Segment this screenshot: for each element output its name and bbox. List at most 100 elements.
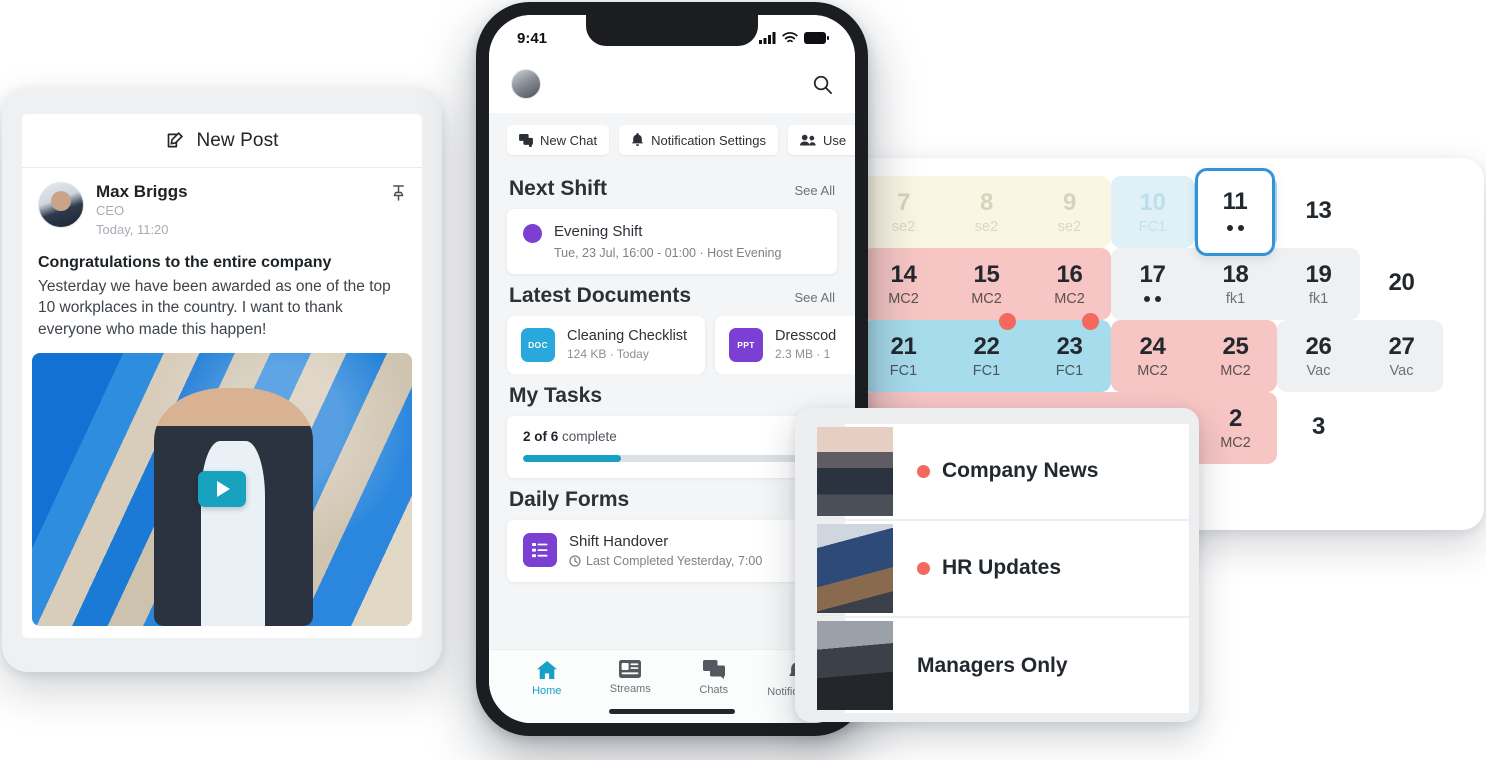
calendar-day-tag: se2 <box>1057 219 1082 235</box>
calendar-shift-group: 24 MC2 25 MC2 <box>1111 320 1277 392</box>
calendar-day-cell[interactable]: 13 <box>1277 176 1360 248</box>
calendar-day-tag: Vac <box>1306 363 1331 379</box>
calendar-day-cell[interactable]: 26 Vac <box>1277 320 1360 392</box>
form-name: Shift Handover <box>569 532 669 550</box>
calendar-day-number: 9 <box>1062 189 1077 216</box>
calendar-day-tag: FC1 <box>1055 363 1084 379</box>
calendar-day-tag: MC2 <box>1220 363 1251 379</box>
section-title: Next Shift <box>509 177 608 200</box>
calendar-day-cell[interactable]: 18 fk1 <box>1194 248 1277 320</box>
calendar-day-cell[interactable]: 21 FC1 <box>862 320 945 392</box>
document-meta: 124 KB · Today <box>567 347 649 361</box>
calendar-day-cell[interactable]: 23 FC1 <box>1028 313 1111 392</box>
calendar-day-number: 21 <box>890 333 917 360</box>
chats-icon <box>702 660 725 679</box>
streams-icon <box>619 660 642 678</box>
calendar-day-cell[interactable]: 17 <box>1111 248 1194 320</box>
pin-icon[interactable] <box>391 184 406 201</box>
tab-label: Home <box>532 685 562 697</box>
calendar-shift-group: 13 <box>1277 176 1360 248</box>
calendar-day-tag: MC2 <box>1137 363 1168 379</box>
compose-icon <box>165 130 186 151</box>
chip-new-chat[interactable]: New Chat <box>507 125 610 155</box>
calendar-day-number: 7 <box>896 189 911 216</box>
bell-icon <box>631 133 644 147</box>
mountain-landscape-thumb <box>817 427 893 516</box>
home-icon <box>536 660 558 680</box>
calendar-day-cell[interactable]: 10 FC1 <box>1111 176 1194 248</box>
new-post-button[interactable]: New Post <box>22 114 422 168</box>
calendar-day-cell[interactable]: 15 MC2 <box>945 248 1028 320</box>
user-avatar[interactable] <box>511 69 541 99</box>
tab-streams[interactable]: Streams <box>593 660 667 695</box>
unread-dot <box>917 464 930 478</box>
calendar-day-cell[interactable]: 2 MC2 <box>1194 392 1277 464</box>
document-text: Dresscod 2.3 MB · 1 <box>775 328 836 361</box>
calendar-day-number: 14 <box>890 261 917 288</box>
calendar-day-cell[interactable]: 9 se2 <box>1028 176 1111 248</box>
calendar-day-cell[interactable]: 22 FC1 <box>945 313 1028 392</box>
status-indicators <box>759 32 829 44</box>
calendar-shift-group: 7 se2 8 se2 9 se2 <box>862 176 1111 248</box>
calendar-day-cell[interactable]: 7 se2 <box>862 176 945 248</box>
channel-row[interactable]: Managers Only <box>817 618 1189 713</box>
next-shift-card[interactable]: Evening Shift Tue, 23 Jul, 16:00 - 01:00… <box>507 209 837 274</box>
calendar-day-cell[interactable]: 27 Vac <box>1360 320 1443 392</box>
post-body: Yesterday we have been awarded as one of… <box>38 277 391 339</box>
tab-home[interactable]: Home <box>510 660 584 697</box>
channels-list-card: Company News HR Updates Managers Only <box>795 408 1199 722</box>
chip-users[interactable]: Use <box>787 125 855 155</box>
street-scene-thumb <box>817 621 893 710</box>
calendar-day-cell[interactable]: 25 MC2 <box>1194 320 1277 392</box>
section-header-latest-documents: Latest Documents See All <box>489 274 855 316</box>
calendar-day-cell[interactable]: 19 fk1 <box>1277 248 1360 320</box>
documents-list[interactable]: DOC Cleaning Checklist 124 KB · Today PP… <box>489 315 855 374</box>
chat-bubbles-icon <box>519 133 533 147</box>
channel-row[interactable]: Company News <box>817 423 1189 519</box>
post-header: Max Briggs CEO Today, 11:20 <box>22 168 422 246</box>
chip-notification-settings[interactable]: Notification Settings <box>619 125 778 155</box>
form-text-block: Shift Handover Last Completed Yesterday,… <box>569 533 762 568</box>
calendar-day-number: 3 <box>1311 413 1326 440</box>
channel-row[interactable]: HR Updates <box>817 520 1189 616</box>
daily-form-card[interactable]: Shift Handover Last Completed Yesterday,… <box>507 519 837 582</box>
calendar-day-cell[interactable]: 14 MC2 <box>862 248 945 320</box>
calendar-day-cell[interactable]: 3 <box>1277 392 1360 464</box>
calendar-shift-group: 17 18 fk1 19 fk1 <box>1111 248 1360 320</box>
document-card[interactable]: DOC Cleaning Checklist 124 KB · Today <box>507 315 705 374</box>
calendar-day-number: 20 <box>1388 269 1415 296</box>
section-header-my-tasks: My Tasks <box>489 374 855 416</box>
document-card[interactable]: PPT Dresscod 2.3 MB · 1 <box>715 315 855 374</box>
calendar-shift-group: 3 <box>1277 392 1360 464</box>
calendar-week-row: 14 MC2 15 MC2 16 MC2 17 18 fk1 19 fk1 20 <box>862 248 1470 320</box>
see-all-link-documents[interactable]: See All <box>795 290 835 305</box>
marketing-composite: New Post Max Briggs CEO Today, 11:20 Con… <box>0 0 1486 760</box>
tab-label: Chats <box>699 684 729 696</box>
calendar-week-row: 7se28se29se210FC112FC11311 <box>862 168 1470 256</box>
calendar-day-number: 24 <box>1139 333 1166 360</box>
post-author-role: CEO <box>96 203 125 219</box>
calendar-day-cell[interactable]: 20 <box>1360 248 1443 320</box>
calendar-day-cell[interactable]: 8 se2 <box>945 176 1028 248</box>
channel-name: Managers Only <box>917 653 1068 677</box>
tab-chats[interactable]: Chats <box>677 660 751 696</box>
see-all-link-next-shift[interactable]: See All <box>795 183 835 198</box>
task-progress-count: 2 of 6 <box>523 428 559 444</box>
calendar-day-cell[interactable]: 16 MC2 <box>1028 248 1111 320</box>
calendar-day-number: 17 <box>1139 260 1166 288</box>
section-title: Latest Documents <box>509 283 692 307</box>
my-tasks-card[interactable]: 2 of 6 complete <box>507 415 837 478</box>
calendar-selected-day[interactable]: 11 <box>1195 168 1275 256</box>
calendar-day-cell[interactable]: 24 MC2 <box>1111 320 1194 392</box>
calendar-shift-group: 14 MC2 15 MC2 16 MC2 <box>862 248 1111 320</box>
tab-label: Streams <box>609 683 651 695</box>
calendar-shift-group: 10 FC1 <box>1111 176 1194 248</box>
search-icon[interactable] <box>812 74 833 95</box>
phone-notch <box>586 15 758 46</box>
post-timestamp: Today, 11:20 <box>96 221 169 237</box>
play-icon[interactable] <box>198 471 246 508</box>
shift-color-dot <box>523 224 542 243</box>
post-video-thumbnail[interactable] <box>32 352 412 626</box>
document-meta: 2.3 MB · 1 <box>775 347 831 361</box>
calendar-day-tag: fk1 <box>1308 291 1329 307</box>
